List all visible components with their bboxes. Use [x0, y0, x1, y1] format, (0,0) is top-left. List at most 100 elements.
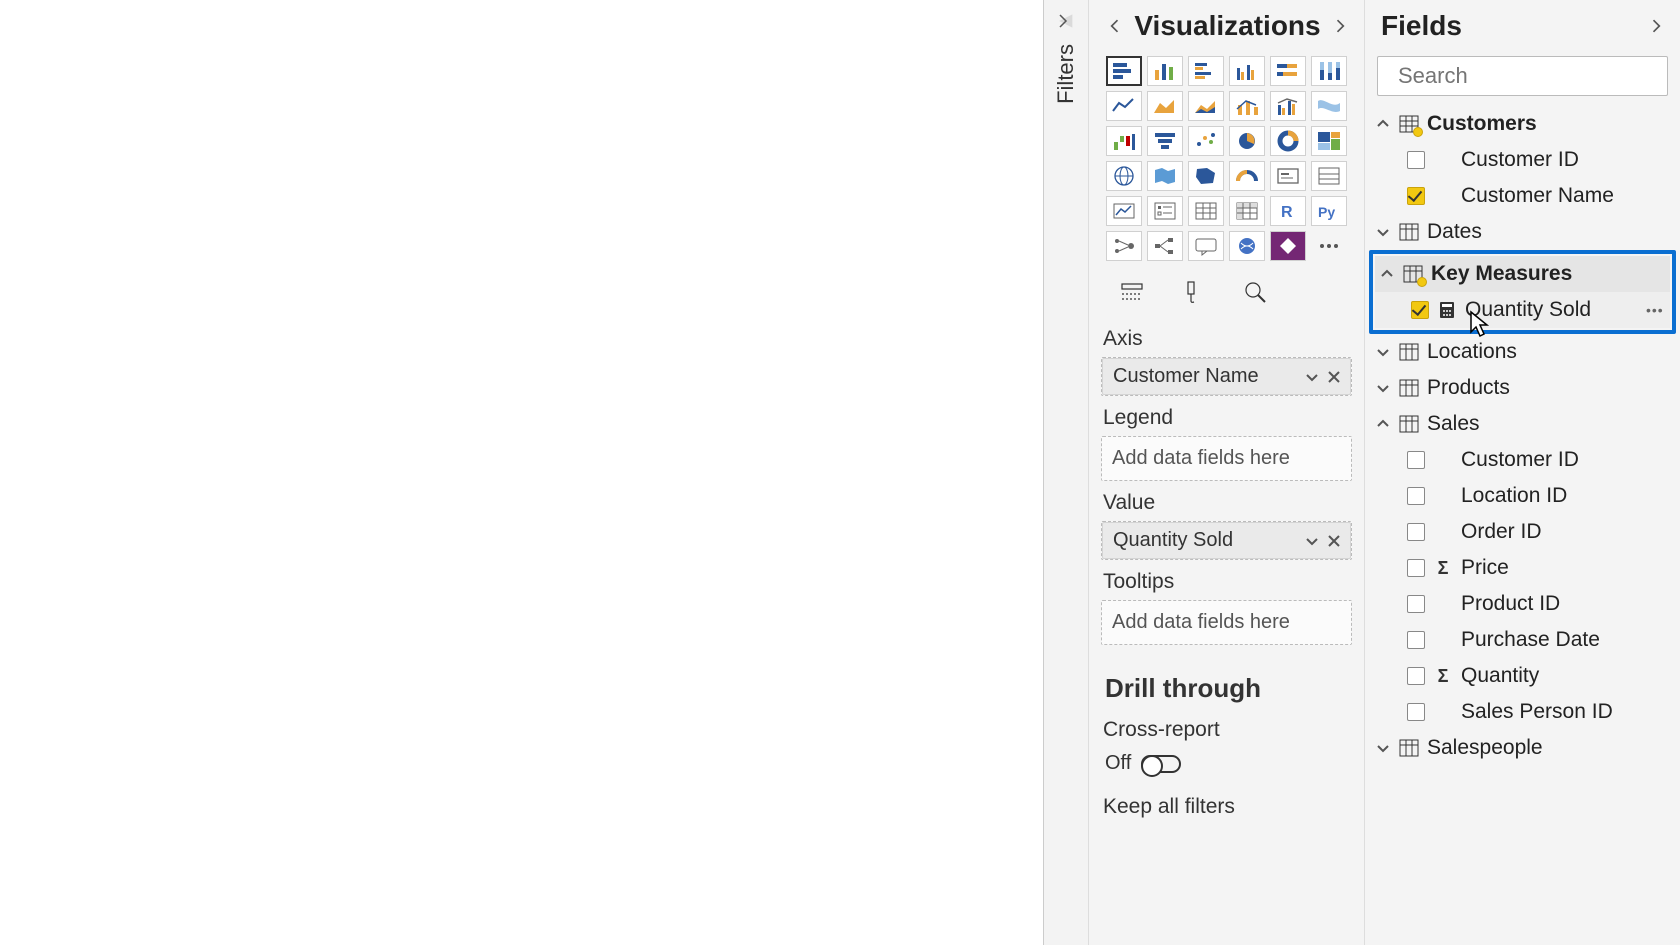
- stacked-area-chart-icon[interactable]: [1188, 91, 1224, 121]
- field-sales-person-id[interactable]: Sales Person ID: [1371, 694, 1674, 730]
- cross-report-off-label: Off: [1105, 752, 1131, 775]
- table-salespeople[interactable]: Salespeople: [1371, 730, 1674, 766]
- stacked-column-chart-icon[interactable]: [1147, 56, 1183, 86]
- checkbox-icon[interactable]: [1407, 523, 1425, 541]
- collapse-left-icon[interactable]: [1105, 16, 1125, 36]
- tooltips-well[interactable]: Add data fields here: [1101, 600, 1352, 645]
- axis-well-label: Axis: [1103, 327, 1350, 351]
- field-customer-name[interactable]: Customer Name: [1371, 178, 1674, 214]
- decomposition-tree-icon[interactable]: [1147, 231, 1183, 261]
- more-visuals-icon[interactable]: [1311, 231, 1347, 261]
- chevron-down-icon[interactable]: [1302, 367, 1322, 387]
- slicer-icon[interactable]: [1147, 196, 1183, 226]
- report-canvas[interactable]: [0, 0, 1044, 945]
- table-locations[interactable]: Locations: [1371, 334, 1674, 370]
- chevron-down-icon[interactable]: [1302, 531, 1322, 551]
- chevron-up-icon: [1375, 116, 1391, 132]
- r-script-visual-icon[interactable]: R: [1270, 196, 1306, 226]
- checkbox-icon[interactable]: [1407, 487, 1425, 505]
- legend-well[interactable]: Add data fields here: [1101, 436, 1352, 481]
- table-icon[interactable]: [1188, 196, 1224, 226]
- legend-well-label: Legend: [1103, 406, 1350, 430]
- chevron-down-icon: [1375, 344, 1391, 360]
- svg-text:R: R: [1281, 204, 1293, 221]
- checkbox-icon[interactable]: [1407, 667, 1425, 685]
- remove-field-icon[interactable]: [1324, 531, 1344, 551]
- qa-visual-icon[interactable]: [1188, 231, 1224, 261]
- checkbox-icon[interactable]: [1407, 595, 1425, 613]
- donut-chart-icon[interactable]: [1270, 126, 1306, 156]
- filled-map-icon[interactable]: [1147, 161, 1183, 191]
- checkbox-icon[interactable]: [1407, 151, 1425, 169]
- checkbox-icon[interactable]: [1407, 559, 1425, 577]
- checkbox-checked-icon[interactable]: [1407, 187, 1425, 205]
- field-sales-product-id[interactable]: Product ID: [1371, 586, 1674, 622]
- table-dates[interactable]: Dates: [1371, 214, 1674, 250]
- field-sales-price[interactable]: ΣPrice: [1371, 550, 1674, 586]
- table-key-measures[interactable]: Key Measures: [1375, 256, 1670, 292]
- field-sales-location-id[interactable]: Location ID: [1371, 478, 1674, 514]
- multi-row-card-icon[interactable]: [1311, 161, 1347, 191]
- format-tab-icon[interactable]: [1177, 277, 1211, 307]
- kpi-icon[interactable]: [1106, 196, 1142, 226]
- clustered-column-chart-icon[interactable]: [1229, 56, 1265, 86]
- legend-placeholder: Add data fields here: [1102, 437, 1351, 480]
- checkbox-icon[interactable]: [1407, 631, 1425, 649]
- value-well[interactable]: Quantity Sold: [1101, 521, 1352, 560]
- line-clustered-column-icon[interactable]: [1270, 91, 1306, 121]
- stacked-bar-chart-icon[interactable]: [1106, 56, 1142, 86]
- area-chart-icon[interactable]: [1147, 91, 1183, 121]
- funnel-chart-icon[interactable]: [1147, 126, 1183, 156]
- checkbox-icon[interactable]: [1407, 703, 1425, 721]
- field-sales-quantity[interactable]: ΣQuantity: [1371, 658, 1674, 694]
- remove-field-icon[interactable]: [1324, 367, 1344, 387]
- power-apps-icon[interactable]: [1270, 231, 1306, 261]
- line-stacked-column-icon[interactable]: [1229, 91, 1265, 121]
- table-products[interactable]: Products: [1371, 370, 1674, 406]
- waterfall-chart-icon[interactable]: [1106, 126, 1142, 156]
- fields-search[interactable]: [1377, 56, 1668, 96]
- hundred-stacked-bar-icon[interactable]: [1270, 56, 1306, 86]
- filters-label: Filters: [1053, 44, 1079, 104]
- filters-pane-collapsed[interactable]: Filters: [1044, 0, 1089, 945]
- card-icon[interactable]: [1270, 161, 1306, 191]
- python-visual-icon[interactable]: Py: [1311, 196, 1347, 226]
- axis-field-item[interactable]: Customer Name: [1102, 358, 1351, 395]
- field-customer-id[interactable]: Customer ID: [1371, 142, 1674, 178]
- search-input[interactable]: [1398, 63, 1680, 89]
- cross-report-toggle[interactable]: [1141, 755, 1181, 773]
- value-well-label: Value: [1103, 491, 1350, 515]
- field-sales-order-id[interactable]: Order ID: [1371, 514, 1674, 550]
- hundred-stacked-column-icon[interactable]: [1311, 56, 1347, 86]
- collapse-right-icon[interactable]: [1646, 16, 1666, 36]
- drill-through-title: Drill through: [1101, 655, 1352, 712]
- ribbon-chart-icon[interactable]: [1311, 91, 1347, 121]
- keep-all-filters-label: Keep all filters: [1103, 795, 1350, 819]
- field-sales-purchase-date[interactable]: Purchase Date: [1371, 622, 1674, 658]
- clustered-bar-chart-icon[interactable]: [1188, 56, 1224, 86]
- treemap-icon[interactable]: [1311, 126, 1347, 156]
- checkbox-checked-icon[interactable]: [1411, 301, 1429, 319]
- key-influencers-icon[interactable]: [1106, 231, 1142, 261]
- field-quantity-sold[interactable]: Quantity Sold •••: [1375, 292, 1670, 328]
- analytics-tab-icon[interactable]: [1239, 277, 1273, 307]
- line-chart-icon[interactable]: [1106, 91, 1142, 121]
- field-more-icon[interactable]: •••: [1646, 302, 1666, 318]
- map-icon[interactable]: [1106, 161, 1142, 191]
- collapse-right-icon[interactable]: [1330, 16, 1350, 36]
- gauge-icon[interactable]: [1229, 161, 1265, 191]
- table-customers[interactable]: Customers: [1371, 106, 1674, 142]
- table-sales[interactable]: Sales: [1371, 406, 1674, 442]
- axis-well[interactable]: Customer Name: [1101, 357, 1352, 396]
- arcgis-map-icon[interactable]: [1229, 231, 1265, 261]
- fields-tab-icon[interactable]: [1115, 277, 1149, 307]
- matrix-icon[interactable]: [1229, 196, 1265, 226]
- table-icon: [1399, 379, 1419, 397]
- field-sales-customer-id[interactable]: Customer ID: [1371, 442, 1674, 478]
- chevron-down-icon: [1375, 224, 1391, 240]
- scatter-chart-icon[interactable]: [1188, 126, 1224, 156]
- checkbox-icon[interactable]: [1407, 451, 1425, 469]
- pie-chart-icon[interactable]: [1229, 126, 1265, 156]
- shape-map-icon[interactable]: [1188, 161, 1224, 191]
- value-field-item[interactable]: Quantity Sold: [1102, 522, 1351, 559]
